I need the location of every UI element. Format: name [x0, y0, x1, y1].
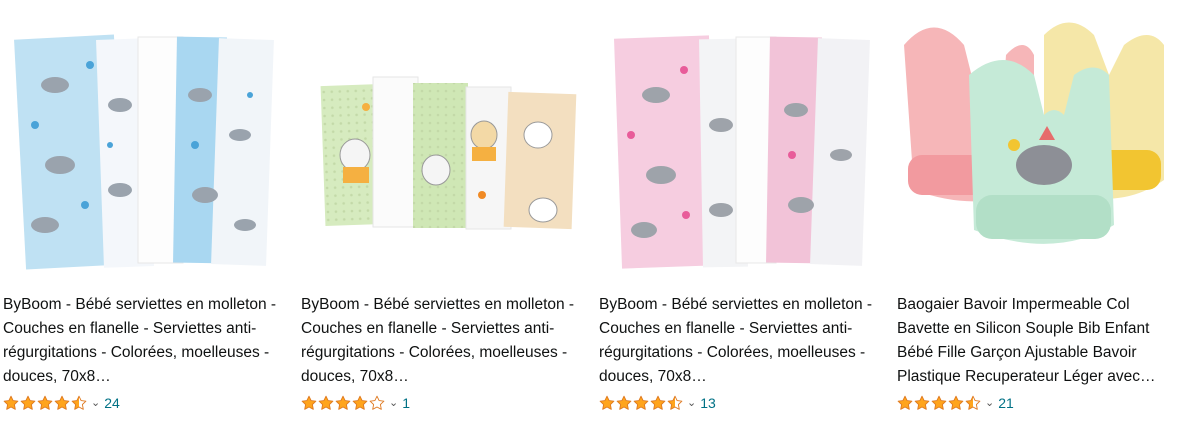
rating-row[interactable]: ⌄ 21 [897, 393, 1014, 413]
green-sheep-towels-image[interactable] [298, 15, 583, 277]
star-rating[interactable] [3, 395, 88, 411]
product-title-link[interactable]: Baogaier Bavoir Impermeable Col Bavette … [897, 293, 1177, 389]
product-title-link[interactable]: ByBoom - Bébé serviettes en molleton - C… [3, 293, 283, 389]
star-rating[interactable] [301, 395, 386, 411]
rating-row[interactable]: ⌄ 24 [3, 393, 120, 413]
chevron-down-icon[interactable]: ⌄ [389, 395, 398, 411]
review-count-link[interactable]: 21 [998, 395, 1014, 411]
rating-row[interactable]: ⌄ 1 [301, 393, 410, 413]
star-icon [3, 395, 19, 410]
star-icon [650, 395, 666, 410]
star-icon [54, 395, 70, 410]
star-icon [616, 395, 632, 410]
star-icon [335, 395, 351, 410]
star-icon [318, 395, 334, 410]
product-carousel: ByBoom - Bébé serviettes en molleton - C… [0, 0, 1181, 421]
pink-flannel-towels-image[interactable] [596, 15, 881, 277]
star-icon [965, 395, 981, 410]
review-count-link[interactable]: 13 [700, 395, 716, 411]
review-count-link[interactable]: 24 [104, 395, 120, 411]
product-card: Baogaier Bavoir Impermeable Col Bavette … [894, 0, 1179, 421]
star-icon [931, 395, 947, 410]
star-icon [71, 395, 87, 410]
star-icon [369, 395, 385, 410]
star-icon [352, 395, 368, 410]
product-title-link[interactable]: ByBoom - Bébé serviettes en molleton - C… [599, 293, 879, 389]
star-icon [301, 395, 317, 410]
chevron-down-icon[interactable]: ⌄ [985, 395, 994, 411]
star-icon [37, 395, 53, 410]
silicone-bibs-image[interactable] [894, 15, 1179, 277]
star-icon [897, 395, 913, 410]
chevron-down-icon[interactable]: ⌄ [91, 395, 100, 411]
star-icon [599, 395, 615, 410]
star-rating[interactable] [599, 395, 684, 411]
star-icon [633, 395, 649, 410]
chevron-down-icon[interactable]: ⌄ [687, 395, 696, 411]
product-card: ByBoom - Bébé serviettes en molleton - C… [298, 0, 583, 421]
star-icon [667, 395, 683, 410]
rating-row[interactable]: ⌄ 13 [599, 393, 716, 413]
blue-flannel-towels-image[interactable] [0, 15, 285, 277]
review-count-link[interactable]: 1 [402, 395, 410, 411]
star-rating[interactable] [897, 395, 982, 411]
star-icon [20, 395, 36, 410]
star-icon [948, 395, 964, 410]
product-card: ByBoom - Bébé serviettes en molleton - C… [596, 0, 881, 421]
product-title-link[interactable]: ByBoom - Bébé serviettes en molleton - C… [301, 293, 581, 389]
product-card: ByBoom - Bébé serviettes en molleton - C… [0, 0, 285, 421]
star-icon [914, 395, 930, 410]
